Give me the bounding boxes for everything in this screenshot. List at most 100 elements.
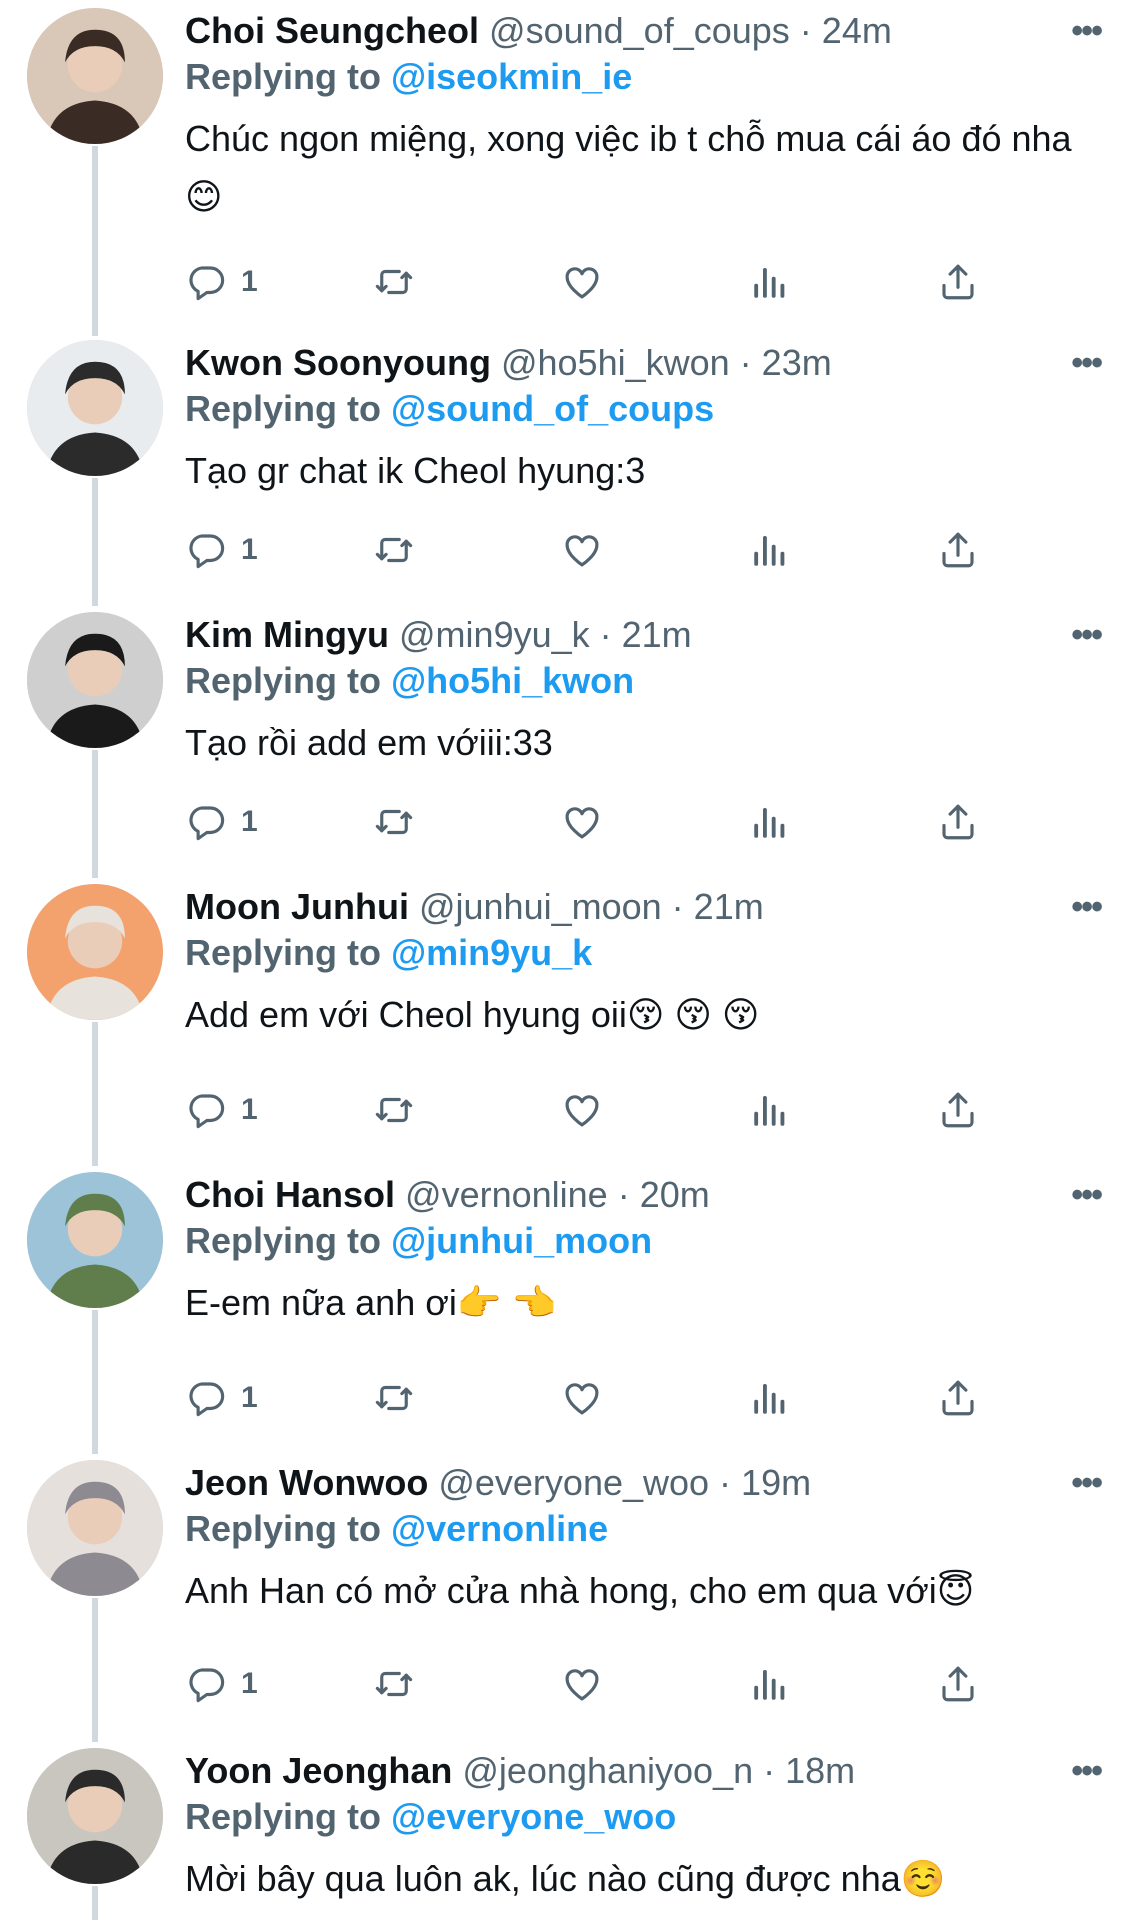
reply-button[interactable]: 1: [185, 258, 258, 306]
tweet-content: Choi Hansol @vernonline · 20m Replying to…: [185, 1172, 1103, 1332]
user-handle[interactable]: @ho5hi_kwon: [501, 342, 730, 383]
like-button[interactable]: [561, 1086, 603, 1134]
replying-to: Replying to @sound_of_coups: [185, 386, 1103, 432]
tweet-header: Choi Hansol @vernonline · 20m: [185, 1172, 1103, 1218]
retweet-button[interactable]: [373, 798, 415, 846]
display-name[interactable]: Kwon Soonyoung: [185, 342, 491, 383]
heart-icon: [561, 529, 603, 571]
avatar[interactable]: [27, 340, 163, 476]
timestamp[interactable]: 21m: [694, 886, 764, 927]
reply-count: 1: [241, 1093, 258, 1126]
analytics-icon: [749, 1377, 791, 1419]
reply-mention-link[interactable]: @ho5hi_kwon: [391, 660, 634, 701]
user-handle[interactable]: @junhui_moon: [419, 886, 662, 927]
more-icon[interactable]: •••: [1071, 1466, 1103, 1500]
replying-to: Replying to @everyone_woo: [185, 1794, 1103, 1840]
more-icon[interactable]: •••: [1071, 1754, 1103, 1788]
analytics-button[interactable]: [749, 1086, 791, 1134]
share-button[interactable]: [937, 526, 979, 574]
share-icon: [937, 261, 979, 303]
share-button[interactable]: [937, 1086, 979, 1134]
like-button[interactable]: [561, 526, 603, 574]
reply-button[interactable]: 1: [185, 1660, 258, 1708]
reply-button[interactable]: 1: [185, 1374, 258, 1422]
analytics-button[interactable]: [749, 1374, 791, 1422]
display-name[interactable]: Kim Mingyu: [185, 614, 389, 655]
reply-mention-link[interactable]: @min9yu_k: [391, 932, 592, 973]
avatar[interactable]: [27, 8, 163, 144]
display-name[interactable]: Jeon Wonwoo: [185, 1462, 428, 1503]
user-handle[interactable]: @vernonline: [405, 1174, 608, 1215]
timestamp[interactable]: 21m: [622, 614, 692, 655]
reply-button[interactable]: 1: [185, 526, 258, 574]
tweet-actions: 1: [185, 798, 1025, 846]
replying-to-label: Replying to: [185, 1508, 381, 1549]
user-handle[interactable]: @everyone_woo: [438, 1462, 709, 1503]
retweet-button[interactable]: [373, 1086, 415, 1134]
avatar[interactable]: [27, 1748, 163, 1884]
like-button[interactable]: [561, 1660, 603, 1708]
more-icon[interactable]: •••: [1071, 346, 1103, 380]
display-name[interactable]: Choi Hansol: [185, 1174, 395, 1215]
display-name[interactable]: Moon Junhui: [185, 886, 409, 927]
user-handle[interactable]: @min9yu_k: [399, 614, 590, 655]
more-icon[interactable]: •••: [1071, 890, 1103, 924]
heart-icon: [561, 261, 603, 303]
replying-to: Replying to @min9yu_k: [185, 930, 1103, 976]
timestamp[interactable]: 24m: [822, 10, 892, 51]
reply-mention-link[interactable]: @sound_of_coups: [391, 388, 714, 429]
analytics-button[interactable]: [749, 798, 791, 846]
like-button[interactable]: [561, 798, 603, 846]
display-name[interactable]: Choi Seungcheol: [185, 10, 479, 51]
thread-connector-line: [92, 750, 98, 878]
tweet-actions: 1: [185, 1660, 1025, 1708]
user-handle[interactable]: @jeonghaniyoo_n: [462, 1750, 753, 1791]
retweet-button[interactable]: [373, 258, 415, 306]
retweet-button[interactable]: [373, 526, 415, 574]
timestamp[interactable]: 19m: [741, 1462, 811, 1503]
thread-connector-line: [92, 1598, 98, 1742]
like-button[interactable]: [561, 258, 603, 306]
more-icon[interactable]: •••: [1071, 1178, 1103, 1212]
replying-to: Replying to @ho5hi_kwon: [185, 658, 1103, 704]
separator-dot: ·: [729, 342, 762, 383]
avatar[interactable]: [27, 1460, 163, 1596]
share-button[interactable]: [937, 1374, 979, 1422]
like-button[interactable]: [561, 1374, 603, 1422]
reply-icon: [185, 529, 227, 571]
timestamp[interactable]: 18m: [785, 1750, 855, 1791]
share-button[interactable]: [937, 1660, 979, 1708]
avatar[interactable]: [27, 884, 163, 1020]
avatar[interactable]: [27, 612, 163, 748]
display-name[interactable]: Yoon Jeonghan: [185, 1750, 452, 1791]
timestamp[interactable]: 20m: [640, 1174, 710, 1215]
analytics-button[interactable]: [749, 258, 791, 306]
user-handle[interactable]: @sound_of_coups: [489, 10, 790, 51]
reply-mention-link[interactable]: @everyone_woo: [391, 1796, 676, 1837]
retweet-button[interactable]: [373, 1660, 415, 1708]
replying-to: Replying to @junhui_moon: [185, 1218, 1103, 1264]
retweet-button[interactable]: [373, 1374, 415, 1422]
reply-button[interactable]: 1: [185, 798, 258, 846]
thread-connector-line: [92, 146, 98, 336]
timestamp[interactable]: 23m: [762, 342, 832, 383]
share-button[interactable]: [937, 798, 979, 846]
reply-mention-link[interactable]: @vernonline: [391, 1508, 608, 1549]
reply-icon: [185, 801, 227, 843]
share-button[interactable]: [937, 258, 979, 306]
thread-connector-line: [92, 478, 98, 606]
analytics-button[interactable]: [749, 1660, 791, 1708]
tweet-actions: 1: [185, 258, 1025, 306]
share-icon: [937, 529, 979, 571]
reply-mention-link[interactable]: @iseokmin_ie: [391, 56, 632, 97]
retweet-icon: [373, 801, 415, 843]
more-icon[interactable]: •••: [1071, 618, 1103, 652]
reply-button[interactable]: 1: [185, 1086, 258, 1134]
tweet-header: Yoon Jeonghan @jeonghaniyoo_n · 18m: [185, 1748, 1103, 1794]
more-icon[interactable]: •••: [1071, 14, 1103, 48]
avatar[interactable]: [27, 1172, 163, 1308]
separator-dot: ·: [709, 1462, 742, 1503]
analytics-icon: [749, 1663, 791, 1705]
analytics-button[interactable]: [749, 526, 791, 574]
reply-mention-link[interactable]: @junhui_moon: [391, 1220, 652, 1261]
